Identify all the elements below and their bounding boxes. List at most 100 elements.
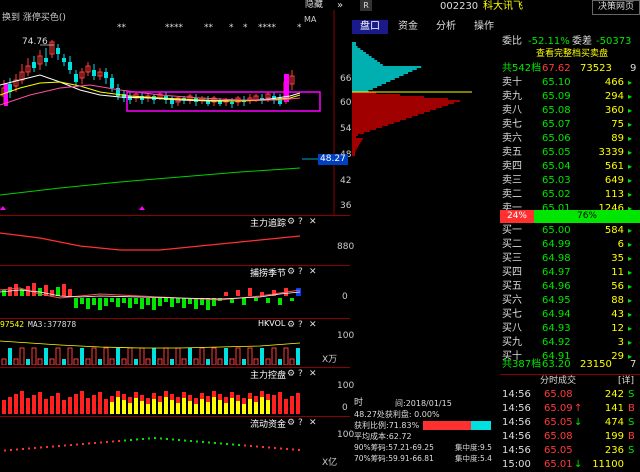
level-price: 65.06 (542, 133, 571, 144)
level-marker: ▸ (628, 296, 633, 305)
chip-time-label: 时 (354, 398, 364, 408)
close-icon[interactable]: ✕ (309, 267, 317, 277)
level-price: 65.02 (542, 189, 571, 200)
level-marker: ▸ (628, 176, 633, 185)
star-mark: ** (204, 23, 213, 33)
gear-icon[interactable]: ⚙ (287, 369, 295, 379)
level-label: 卖五 (502, 147, 522, 158)
chip-distribution[interactable] (352, 36, 502, 396)
order-book-row[interactable]: 买八 64.93 12 ▸ (500, 322, 640, 336)
tick-time: 14:56 (502, 403, 531, 414)
tick-time: 14:56 (502, 431, 531, 442)
level-marker: ▸ (628, 190, 633, 199)
full-book-link[interactable]: 查看完整档买卖盘 (536, 49, 608, 60)
level-marker: ▸ (628, 134, 633, 143)
help-icon[interactable]: ? (298, 267, 303, 277)
order-book-row[interactable]: 买二 64.99 6 ▸ (500, 238, 640, 252)
close-icon[interactable]: ✕ (309, 418, 317, 428)
level-volume: 3339 (598, 147, 624, 158)
tick-direction: S (628, 389, 635, 400)
tick-volume: 199 (604, 431, 624, 442)
tick-direction: S (628, 417, 635, 428)
gear-icon[interactable]: ⚙ (287, 267, 295, 277)
ticks-detail-button[interactable]: [详] (618, 376, 634, 387)
gear-icon[interactable]: ⚙ (287, 320, 295, 330)
order-book-row[interactable]: 卖五 65.05 3339 ▸ (500, 146, 640, 160)
tick-volume: 242 (604, 389, 624, 400)
order-book-row[interactable]: 卖二 65.02 113 ▸ (500, 188, 640, 202)
tab-funds[interactable]: 资金 (390, 20, 426, 34)
tab-order-book[interactable]: 盘口 (352, 20, 388, 34)
order-book-row[interactable]: 买五 64.96 56 ▸ (500, 280, 640, 294)
chip-90: 90%筹码:57.21-69.25 (354, 443, 434, 452)
label: 共542档 (502, 63, 542, 74)
close-icon[interactable]: ✕ (309, 320, 317, 330)
close-icon[interactable]: ✕ (309, 217, 317, 227)
star-mark: **** (258, 23, 276, 33)
panel-header-main-control: 主力控盘 ⚙ ? ✕ (0, 367, 350, 381)
order-book-row[interactable]: 买九 64.92 3 ▸ (500, 336, 640, 350)
order-book-row[interactable]: 买六 64.95 88 ▸ (500, 294, 640, 308)
vol-ma-label: MA3:377878 (28, 320, 77, 329)
price-tick: 36 (340, 201, 352, 211)
level-price: 65.04 (542, 161, 571, 172)
level-price: 65.08 (542, 105, 571, 116)
order-book-row[interactable]: 买四 64.97 11 ▸ (500, 266, 640, 280)
level-marker: ▸ (628, 324, 633, 333)
order-book-row[interactable]: 卖三 65.03 649 ▸ (500, 174, 640, 188)
order-book-row[interactable]: 卖八 65.08 360 ▸ (500, 104, 640, 118)
level-label: 卖二 (502, 189, 522, 200)
chart-area[interactable]: 换到 涨停买色() 隐藏 » MA 74.76 ** **** ** * * *… (0, 0, 354, 471)
tick-direction: S (628, 445, 635, 456)
stock-code: 002230 (440, 1, 479, 12)
order-book-row[interactable]: 卖十 65.10 466 ▸ (500, 76, 640, 90)
bid-ask-ratio-bar: 24% 76% (500, 210, 640, 223)
main-control-chart[interactable] (0, 380, 334, 414)
order-book-row[interactable]: 买三 64.98 35 ▸ (500, 252, 640, 266)
level-price: 64.94 (542, 309, 571, 320)
fishing-season-chart[interactable] (0, 278, 334, 316)
decision-web-button[interactable]: 决策网页 (592, 0, 640, 15)
level-label: 卖八 (502, 105, 522, 116)
panel3-unit: X万 (322, 355, 338, 365)
vol: 73523 (580, 63, 612, 74)
level-label: 买六 (502, 295, 522, 306)
help-icon[interactable]: ? (298, 320, 303, 330)
order-book-row[interactable]: 买一 65.00 584 ▸ (500, 224, 640, 238)
level-volume: 88 (611, 295, 624, 306)
gear-icon[interactable]: ⚙ (287, 418, 295, 428)
help-icon[interactable]: ? (298, 217, 303, 227)
tick-time: 14:56 (502, 445, 531, 456)
level-volume: 12 (611, 323, 624, 334)
wei-cha-label: 委差 (572, 36, 592, 47)
panel-header-fishing-season: 捕捞季节 ⚙ ? ✕ (0, 265, 350, 279)
price-tick: 66 (340, 74, 352, 84)
level-volume: 35 (611, 253, 624, 264)
order-book-row[interactable]: 卖六 65.06 89 ▸ (500, 132, 640, 146)
tick-price: 65.05 (544, 445, 573, 456)
level-price: 64.97 (542, 267, 571, 278)
hkvol-chart[interactable] (0, 331, 334, 365)
help-icon[interactable]: ? (298, 418, 303, 428)
ticks-header: 分时成交 [详] (500, 374, 640, 387)
level-volume: 11 (611, 267, 624, 278)
gear-icon[interactable]: ⚙ (287, 217, 295, 227)
order-book-row[interactable]: 卖四 65.04 561 ▸ (500, 160, 640, 174)
chip-conc-70: 集中度:5.4 (455, 454, 492, 463)
level-label: 卖九 (502, 91, 522, 102)
main-tracking-chart[interactable] (0, 228, 334, 263)
vol-left-label: 97542 (0, 320, 25, 329)
buy-total-row: 共387档 63.20 23150 7 (500, 358, 640, 372)
label: 共387档 (502, 359, 542, 370)
close-icon[interactable]: ✕ (309, 369, 317, 379)
tab-operation[interactable]: 操作 (466, 20, 502, 34)
order-book-row[interactable]: 卖九 65.09 294 ▸ (500, 90, 640, 104)
liquidity-chart[interactable] (0, 429, 334, 471)
order-book-row[interactable]: 买七 64.94 43 ▸ (500, 308, 640, 322)
tab-analysis[interactable]: 分析 (428, 20, 464, 34)
order-book-row[interactable]: 卖七 65.07 75 ▸ (500, 118, 640, 132)
level-label: 买一 (502, 225, 522, 236)
level-volume: 43 (611, 309, 624, 320)
help-icon[interactable]: ? (298, 369, 303, 379)
level-marker: ▸ (628, 226, 633, 235)
